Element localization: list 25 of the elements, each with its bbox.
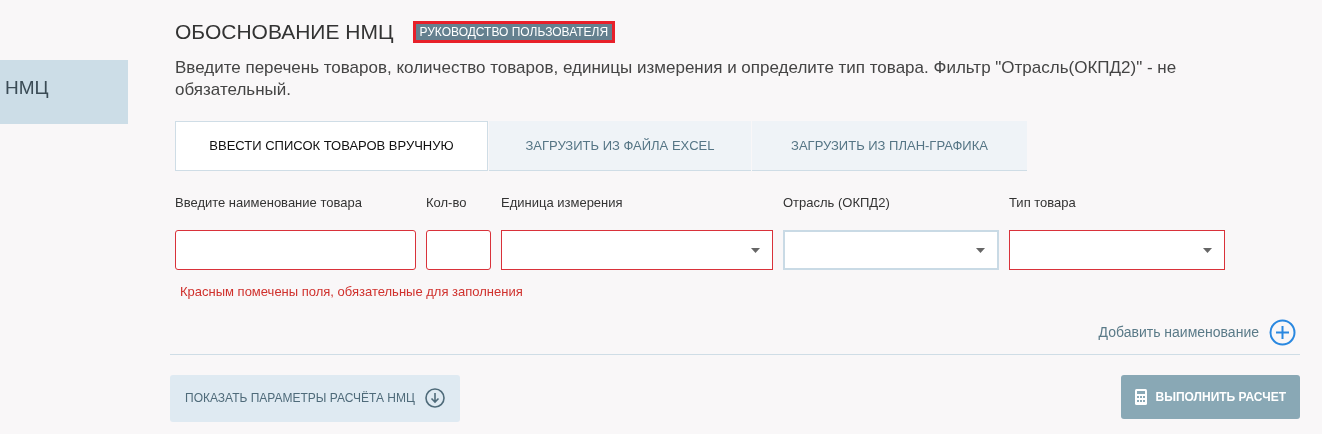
input-field[interactable] xyxy=(175,230,416,270)
user-guide-button[interactable]: РУКОВОДСТВО ПОЛЬЗОВАТЕЛЯ xyxy=(412,21,616,43)
field-label: Тип товара xyxy=(1009,194,1077,212)
show-parameters-button[interactable]: ПОКАЗАТЬ ПАРАМЕТРЫ РАСЧЁТА НМЦ xyxy=(170,374,460,422)
dropdown-field[interactable] xyxy=(501,230,773,270)
sidebar-item[interactable]: НМЦ xyxy=(0,60,128,124)
download-circle-icon xyxy=(424,388,445,408)
required-fields-note: Красным помечены поля, обязательные для заполнения xyxy=(180,283,524,301)
tab[interactable]: ЗАГРУЗИТЬ ИЗ ПЛАН-ГРАФИКА xyxy=(752,121,1027,171)
dropdown-caret-icon xyxy=(1203,247,1212,253)
tab[interactable]: ЗАГРУЗИТЬ ИЗ ФАЙЛА EXCEL xyxy=(489,121,751,171)
description-text: Введите перечень товаров, количество товаров, единицы измерения и определите тип товара. Фильтр "Отрасль(ОКПД2)" - не обязательный. xyxy=(174,57,1178,101)
calculator-icon xyxy=(1135,388,1148,405)
page-title: ОБОСНОВАНИЕ НМЦ xyxy=(175,19,394,45)
dropdown-caret-icon xyxy=(976,247,985,253)
add-circle-icon[interactable] xyxy=(1269,318,1296,346)
field-label: Отрасль (ОКПД2) xyxy=(783,194,891,212)
field-label: Единица измерения xyxy=(501,194,624,212)
tab[interactable]: ВВЕСТИ СПИСОК ТОВАРОВ ВРУЧНУЮ xyxy=(175,121,488,171)
input-field[interactable] xyxy=(426,230,491,270)
add-item-link[interactable]: Добавить наименование xyxy=(1098,321,1259,343)
field-label: Кол-во xyxy=(426,194,468,212)
field-label: Введите наименование товара xyxy=(175,194,363,212)
dropdown-field[interactable] xyxy=(1009,230,1225,270)
dropdown-caret-icon xyxy=(751,247,760,253)
